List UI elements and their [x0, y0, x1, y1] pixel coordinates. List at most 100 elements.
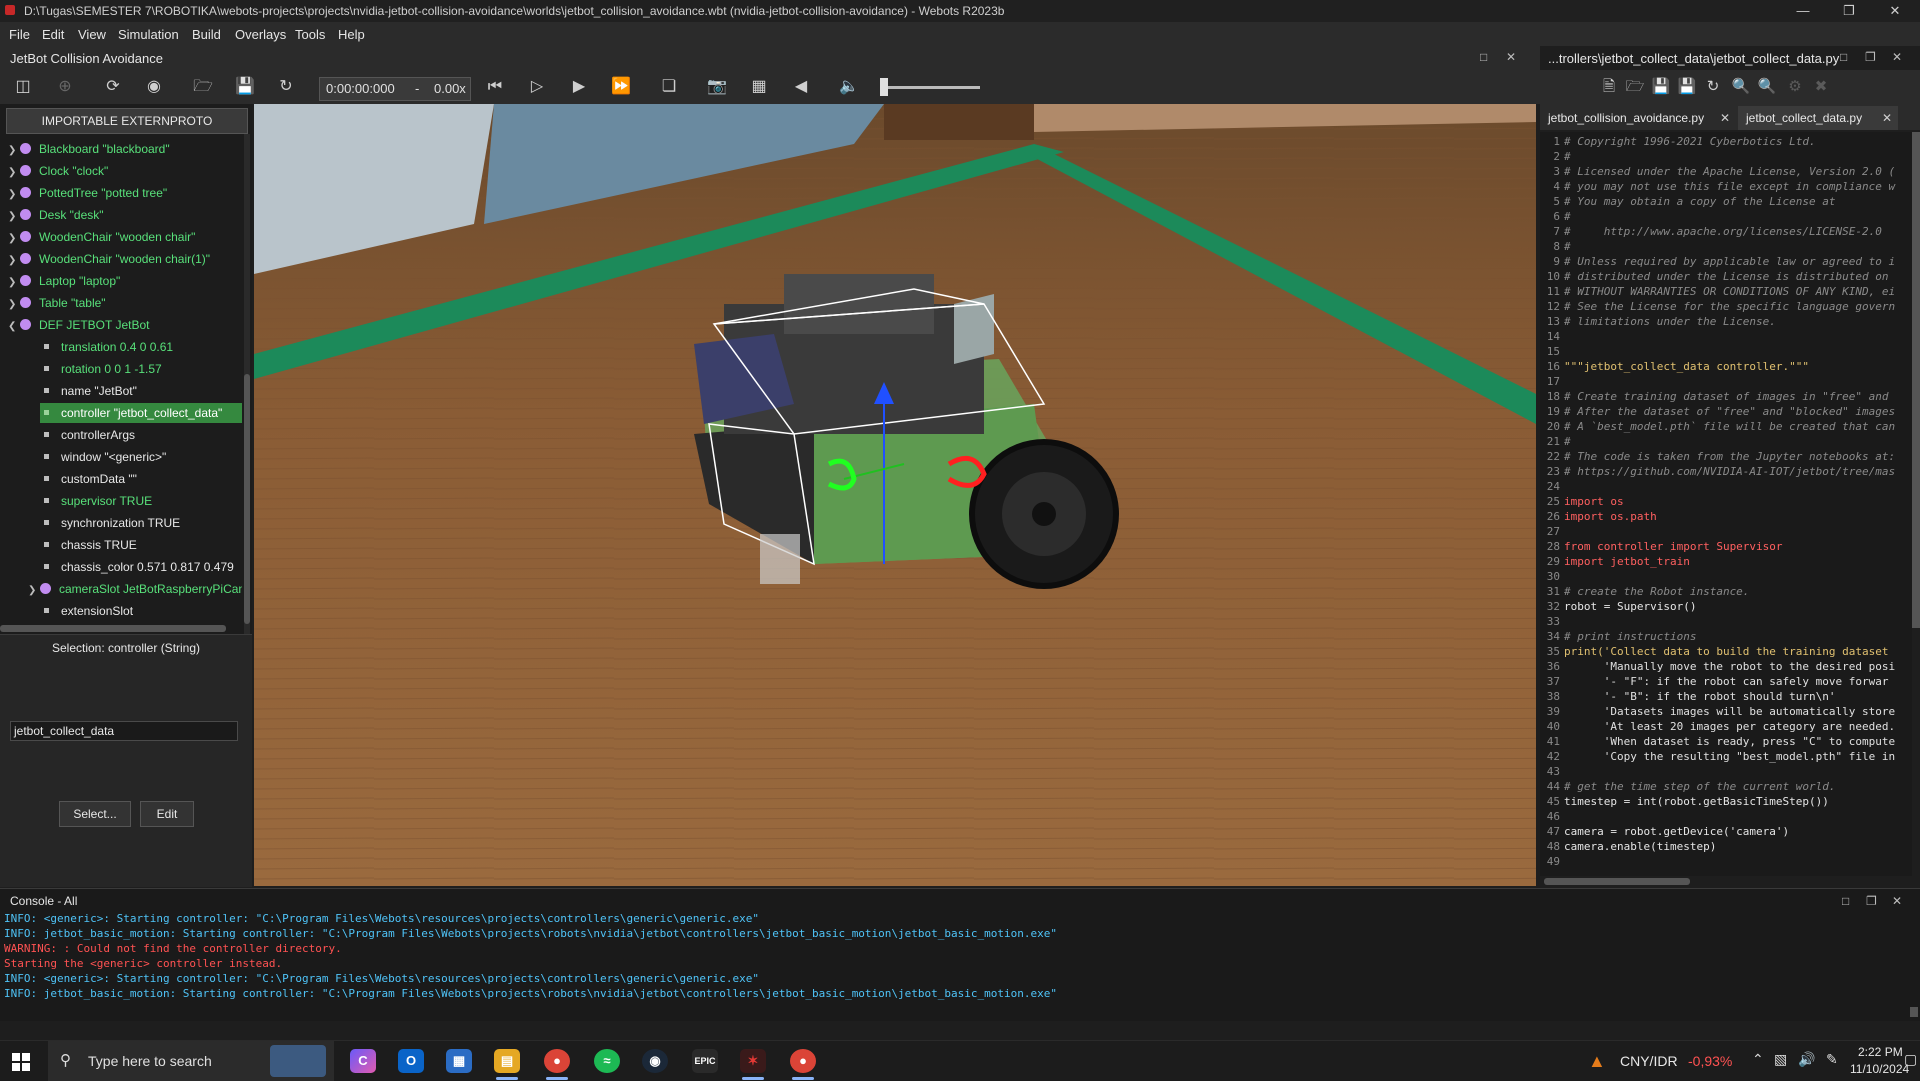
field-custom-data[interactable]: customData ""	[44, 469, 137, 489]
edit-button[interactable]: Edit	[140, 801, 194, 827]
code-line[interactable]: 13 # limitations under the License.	[1540, 314, 1776, 329]
code-scrollbar-thumb[interactable]	[1912, 132, 1920, 628]
code-line[interactable]: 18 # Create training dataset of images in…	[1540, 389, 1889, 404]
field-chassis-color[interactable]: chassis_color 0.571 0.817 0.479	[44, 557, 234, 577]
rendering-toggle-icon[interactable]: ❏	[658, 76, 680, 98]
pen-icon[interactable]: ✎	[1826, 1051, 1838, 1068]
code-line[interactable]: 42 'Copy the resulting "best_model.pth" …	[1540, 749, 1895, 764]
field-supervisor[interactable]: supervisor TRUE	[44, 491, 152, 511]
console-float-icon[interactable]: □	[1842, 894, 1849, 908]
code-line[interactable]: 5 # You may obtain a copy of the License …	[1540, 194, 1835, 209]
open-file-icon[interactable]: 🗁	[1624, 76, 1646, 98]
save-world-icon[interactable]: 💾	[234, 76, 256, 98]
reset-view-icon[interactable]: ⟳	[102, 76, 124, 98]
expand-caret-icon[interactable]: ❯	[8, 185, 20, 205]
menu-simulation[interactable]: Simulation	[118, 27, 179, 42]
code-line[interactable]: 3 # Licensed under the Apache License, Ve…	[1540, 164, 1895, 179]
editor-maximize-icon[interactable]: ❐	[1865, 50, 1876, 64]
revert-file-icon[interactable]: ↻	[1702, 76, 1724, 98]
webots-icon[interactable]: ✶	[740, 1049, 766, 1073]
field-rotation[interactable]: rotation 0 0 1 -1.57	[44, 359, 162, 379]
add-node-icon[interactable]: ⊕	[54, 76, 76, 98]
code-line[interactable]: 33	[1540, 614, 1564, 629]
tree-node-potted-tree[interactable]: ❯ PottedTree "potted tree"	[8, 183, 167, 203]
notification-icon[interactable]: ▢	[1904, 1051, 1917, 1068]
volume-icon[interactable]: 🔊	[1798, 1051, 1815, 1068]
code-line[interactable]: 24	[1540, 479, 1564, 494]
code-line[interactable]: 31 # create the Robot instance.	[1540, 584, 1750, 599]
maximize-pane-icon[interactable]: □	[1480, 50, 1487, 64]
code-line[interactable]: 14	[1540, 329, 1564, 344]
expand-caret-icon[interactable]: ❯	[8, 163, 20, 183]
expand-caret-icon[interactable]: ❯	[8, 273, 20, 293]
menu-file[interactable]: File	[9, 27, 30, 42]
code-line[interactable]: 4 # you may not use this file except in c…	[1540, 179, 1895, 194]
field-controller-args[interactable]: controllerArgs	[44, 425, 135, 445]
chrome-icon[interactable]: ●	[544, 1049, 570, 1073]
volume-slider-track[interactable]	[880, 86, 980, 89]
tree-node-table[interactable]: ❯ Table "table"	[8, 293, 106, 313]
record-movie-icon[interactable]: ▦	[748, 76, 770, 98]
spotify-icon[interactable]: ≈	[594, 1049, 620, 1073]
epic-games-icon[interactable]: EPIC	[692, 1049, 718, 1073]
menu-tools[interactable]: Tools	[295, 27, 325, 42]
field-name[interactable]: name "JetBot"	[44, 381, 137, 401]
code-line[interactable]: 44 # get the time step of the current wor…	[1540, 779, 1836, 794]
tree-node-blackboard[interactable]: ❯ Blackboard "blackboard"	[8, 139, 170, 159]
field-synchronization[interactable]: synchronization TRUE	[44, 513, 180, 533]
field-window[interactable]: window "<generic>"	[44, 447, 166, 467]
find-icon[interactable]: 🔍	[1730, 76, 1752, 98]
volume-slider-handle[interactable]	[880, 78, 888, 96]
reload-world-icon[interactable]: ↻	[275, 76, 297, 98]
steam-icon[interactable]: ◉	[642, 1049, 668, 1073]
replace-icon[interactable]: 🔍	[1756, 76, 1778, 98]
code-line[interactable]: 45 timestep = int(robot.getBasicTimeStep(…	[1540, 794, 1829, 809]
expand-caret-icon[interactable]: ❯	[8, 207, 20, 227]
reset-simulation-icon[interactable]: ⏮	[484, 76, 506, 98]
clean-icon[interactable]: ✖	[1810, 76, 1832, 98]
menu-help[interactable]: Help	[338, 27, 365, 42]
code-line[interactable]: 47 camera = robot.getDevice('camera')	[1540, 824, 1789, 839]
expand-caret-icon[interactable]: ❯	[28, 581, 40, 599]
code-line[interactable]: 25 import os	[1540, 494, 1624, 509]
open-world-icon[interactable]: 🗁	[192, 76, 214, 98]
tab-jetbot-collect-data[interactable]: jetbot_collect_data.py ✕	[1738, 106, 1898, 130]
code-line[interactable]: 48 camera.enable(timestep)	[1540, 839, 1717, 854]
code-area[interactable]: 1 # Copyright 1996-2021 Cyberbotics Ltd. 2…	[1540, 132, 1912, 876]
code-line[interactable]: 37 '- "F": if the robot can safely move …	[1540, 674, 1889, 689]
field-chassis[interactable]: chassis TRUE	[44, 535, 137, 555]
minimize-icon[interactable]: —	[1780, 0, 1826, 22]
menu-view[interactable]: View	[78, 27, 106, 42]
toggle-scene-tree-icon[interactable]: ◫	[12, 76, 34, 98]
screenshot-camera-icon[interactable]: 📷	[706, 76, 728, 98]
menu-edit[interactable]: Edit	[42, 27, 64, 42]
taskbar-search-box[interactable]: ⚲ Type here to search	[48, 1041, 334, 1081]
code-line[interactable]: 22 # The code is taken from the Jupyter n…	[1540, 449, 1895, 464]
network-icon[interactable]: ▧	[1774, 1051, 1787, 1068]
tree-node-wooden-chair-1[interactable]: ❯ WoodenChair "wooden chair(1)"	[8, 249, 210, 269]
expand-caret-icon[interactable]: ❯	[8, 141, 20, 161]
code-line[interactable]: 34 # print instructions	[1540, 629, 1697, 644]
code-horizontal-scrollbar[interactable]	[1544, 878, 1690, 885]
mute-speaker-icon[interactable]: 🔈	[838, 76, 860, 98]
code-line[interactable]: 11 # WITHOUT WARRANTIES OR CONDITIONS OF …	[1540, 284, 1895, 299]
code-line[interactable]: 41 'When dataset is ready, press "C" to …	[1540, 734, 1895, 749]
tree-scrollbar-thumb[interactable]	[244, 374, 250, 624]
save-as-icon[interactable]: 💾	[1676, 76, 1698, 98]
chrome-profile-icon[interactable]: ●	[790, 1049, 816, 1073]
tree-node-laptop[interactable]: ❯ Laptop "laptop"	[8, 271, 120, 291]
save-file-icon[interactable]: 💾	[1650, 76, 1672, 98]
code-line[interactable]: 26 import os.path	[1540, 509, 1657, 524]
code-line[interactable]: 39 'Datasets images will be automaticall…	[1540, 704, 1895, 719]
code-line[interactable]: 27	[1540, 524, 1564, 539]
tree-node-desk[interactable]: ❯ Desk "desk"	[8, 205, 104, 225]
code-line[interactable]: 6 #	[1540, 209, 1570, 224]
store-icon[interactable]: ▦	[446, 1049, 472, 1073]
console-close-icon[interactable]: ✕	[1892, 894, 1902, 908]
expand-caret-icon[interactable]: ❯	[8, 229, 20, 249]
play-icon[interactable]: ▶	[568, 76, 590, 98]
code-line[interactable]: 21 #	[1540, 434, 1571, 449]
code-line[interactable]: 8 #	[1540, 239, 1570, 254]
ticker-name[interactable]: CNY/IDR	[1620, 1053, 1678, 1069]
code-line[interactable]: 1 # Copyright 1996-2021 Cyberbotics Ltd.	[1540, 134, 1815, 149]
